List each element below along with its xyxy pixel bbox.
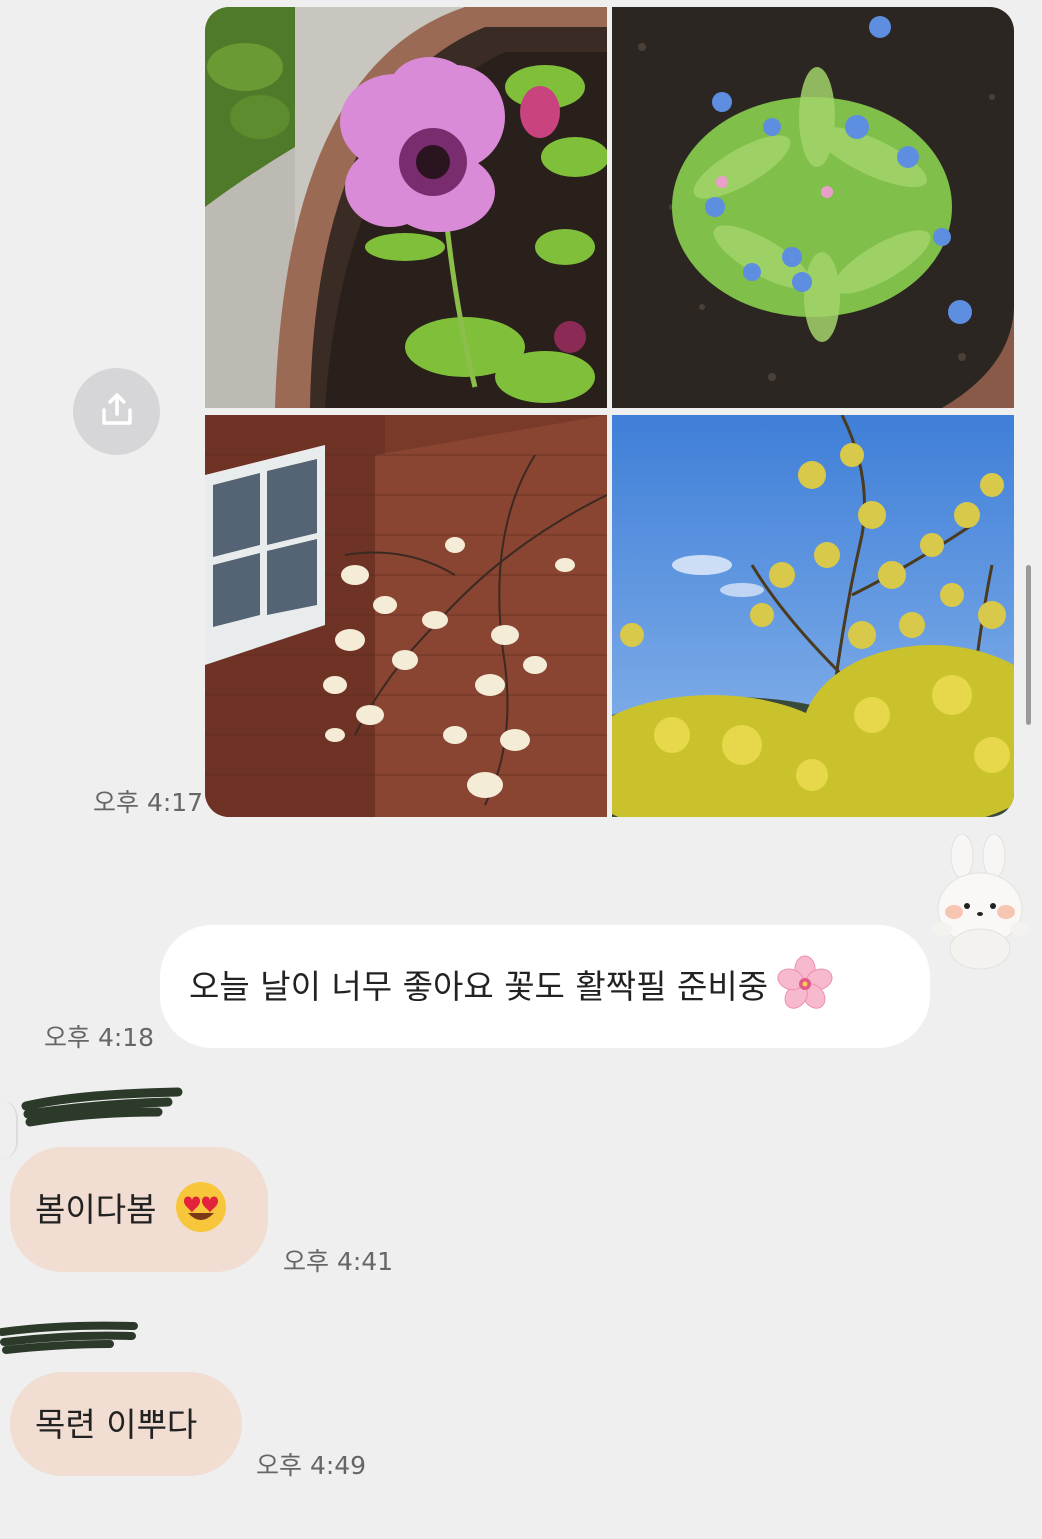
timestamp: 오후 4:18: [44, 1023, 155, 1052]
photo-forsythia[interactable]: [612, 415, 1014, 817]
photo-magnolia[interactable]: [205, 415, 607, 817]
message-text: 목련 이뿌다: [35, 1404, 198, 1444]
avatar[interactable]: [0, 1100, 18, 1160]
message-text: 봄이다봄: [35, 1190, 157, 1229]
timestamp: 오후 4:41: [283, 1247, 394, 1276]
their-message-bubble[interactable]: 봄이다봄: [10, 1147, 268, 1272]
my-message-bubble[interactable]: 오늘 날이 너무 좋아요 꽃도 활짝필 준비중: [160, 925, 930, 1048]
redacted-sender-name: [0, 1321, 138, 1354]
scrollbar[interactable]: [1026, 565, 1031, 725]
share-icon: [97, 390, 137, 434]
redacted-sender-name: [21, 1087, 183, 1127]
share-button[interactable]: [73, 368, 160, 455]
timestamp: 오후 4:49: [256, 1451, 367, 1480]
timestamp: 오후 4:17: [93, 788, 204, 817]
photo-forget-me-not[interactable]: [612, 7, 1014, 408]
heart-eyes-icon: [174, 1180, 228, 1239]
their-message-bubble[interactable]: 목련 이뿌다: [10, 1372, 242, 1476]
profile-avatar[interactable]: [932, 833, 1030, 970]
photo-anemone[interactable]: [205, 7, 607, 408]
photo-grid: [205, 7, 1014, 817]
message-text: 오늘 날이 너무 좋아요 꽃도 활짝필 준비중: [189, 967, 769, 1006]
cherry-blossom-icon: [776, 955, 834, 1018]
